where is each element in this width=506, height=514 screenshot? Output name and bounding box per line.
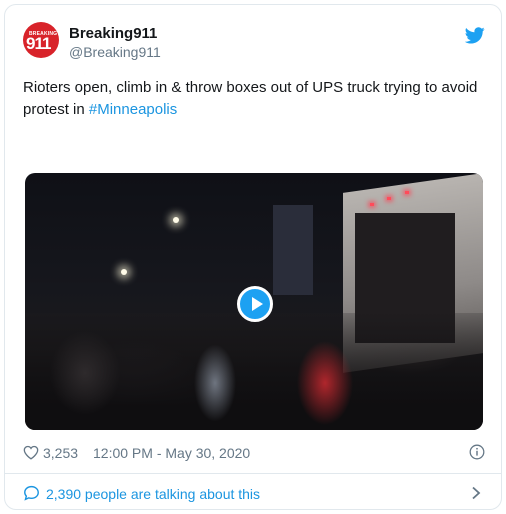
avatar[interactable]: BREAKING 911: [23, 22, 59, 58]
truck-marker-light: [405, 191, 409, 194]
video-player[interactable]: [25, 173, 483, 430]
heart-icon[interactable]: [23, 445, 39, 460]
street-light: [173, 217, 179, 223]
street-light: [121, 269, 127, 275]
hashtag-link[interactable]: #Minneapolis: [89, 101, 177, 118]
display-name[interactable]: Breaking911: [69, 25, 157, 43]
crowd-image: [25, 313, 483, 430]
chevron-right-icon[interactable]: [471, 486, 481, 500]
tweet-timestamp[interactable]: 12:00 PM - May 30, 2020: [93, 445, 250, 461]
tweet-card[interactable]: BREAKING 911 Breaking911 @Breaking911 Ri…: [4, 4, 502, 510]
speech-bubble-icon: [24, 485, 39, 501]
info-icon[interactable]: [469, 444, 485, 460]
conversation-count[interactable]: 2,390 people are talking about this: [46, 486, 260, 502]
truck-marker-light: [370, 203, 374, 206]
truck-marker-light: [387, 197, 391, 200]
twitter-bird-icon[interactable]: [465, 27, 485, 44]
play-icon[interactable]: [237, 286, 273, 322]
tweet-meta-row: 3,253 12:00 PM - May 30, 2020: [23, 443, 485, 463]
background-building: [273, 205, 313, 295]
avatar-logo-number: 911: [26, 34, 51, 53]
tweet-header: BREAKING 911 Breaking911 @Breaking911: [5, 5, 501, 67]
conversation-link[interactable]: 2,390 people are talking about this: [5, 474, 501, 509]
like-count[interactable]: 3,253: [43, 445, 78, 461]
user-handle[interactable]: @Breaking911: [69, 44, 161, 61]
tweet-text: Rioters open, climb in & throw boxes out…: [23, 77, 485, 121]
